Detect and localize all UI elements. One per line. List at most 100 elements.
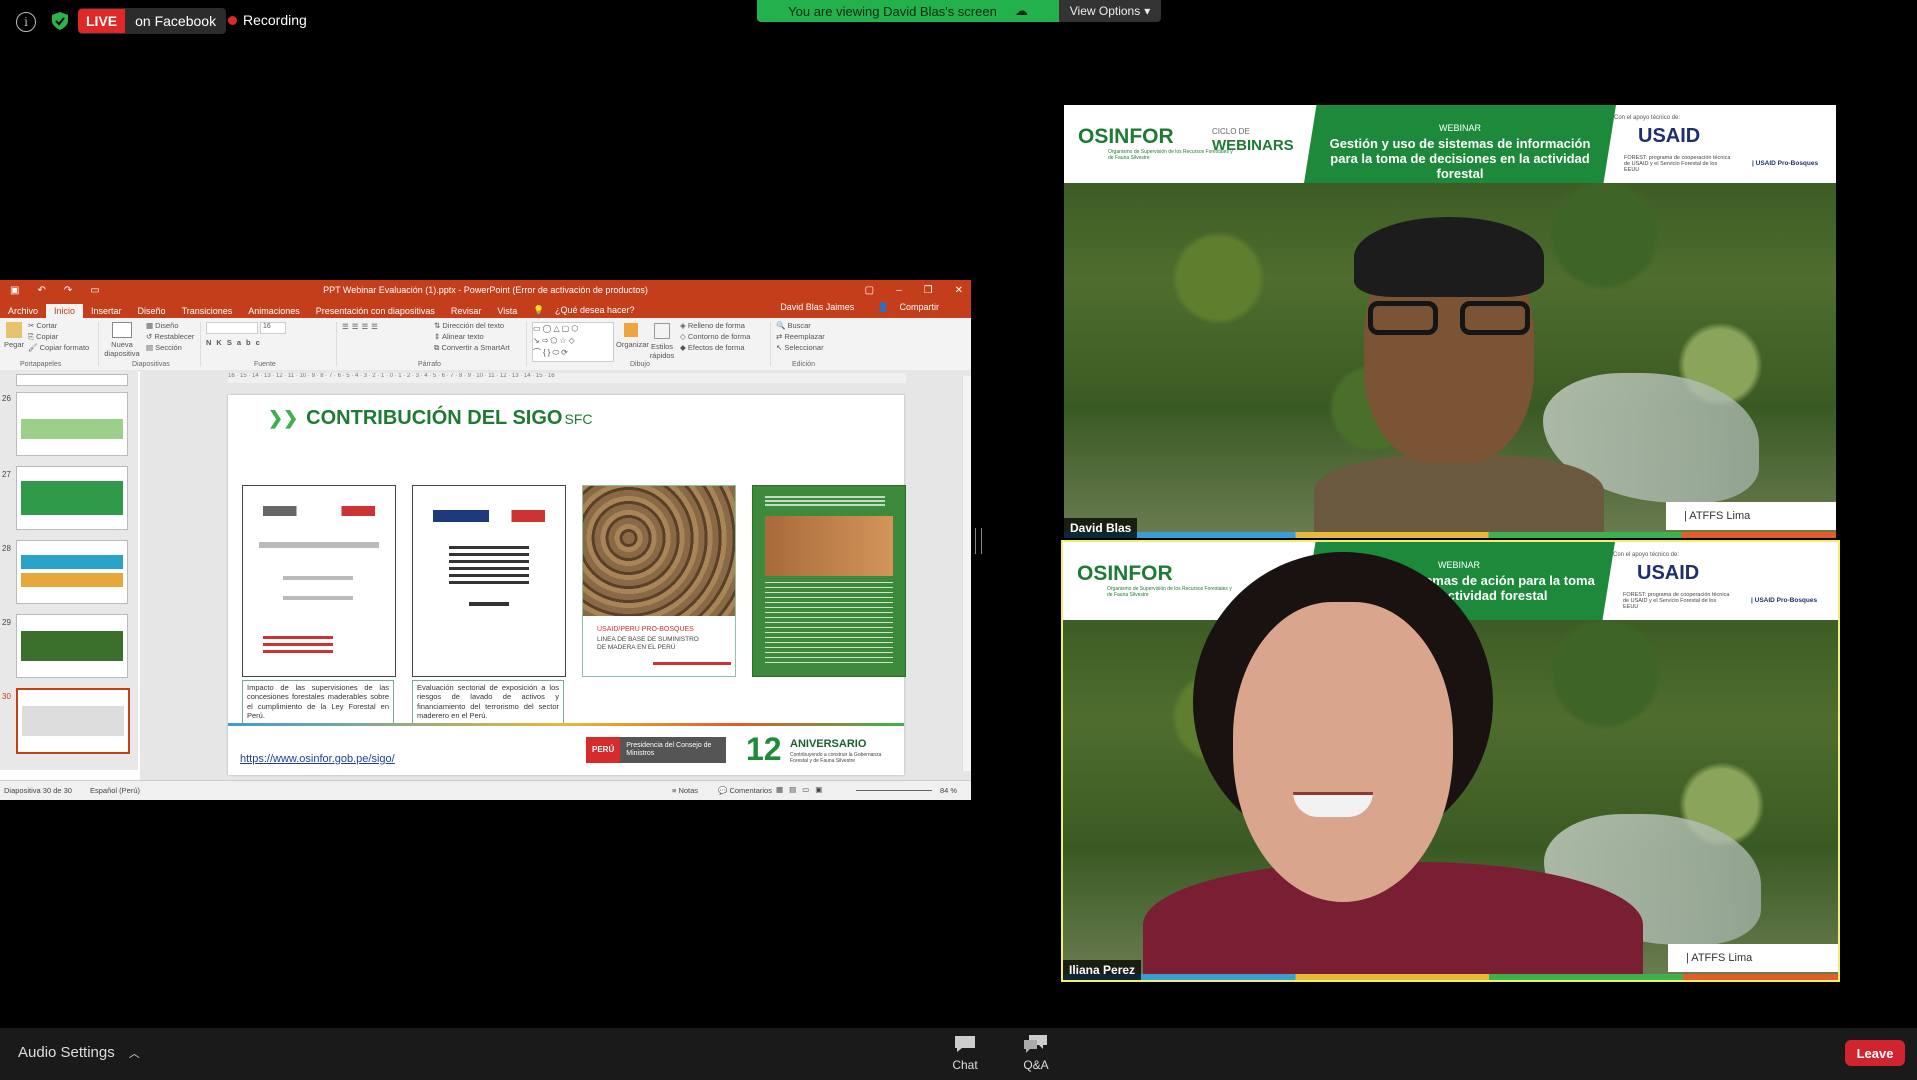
quick-styles-button[interactable]: Estilos rápidos (648, 320, 676, 360)
slide-thumbnail-26[interactable] (16, 392, 128, 456)
zoom-level[interactable]: 84 % (940, 786, 957, 795)
slide-thumbnail-25[interactable] (16, 374, 128, 386)
tab-presentacion[interactable]: Presentación con diapositivas (308, 304, 443, 318)
anniversary-subtitle: Contribuyendo a construir la Gobernanza … (790, 752, 882, 764)
smartart-button[interactable]: ⧉ Convertir a SmartArt (434, 342, 510, 353)
tell-me-search[interactable]: 💡 ¿Qué desea hacer? (525, 303, 650, 318)
font-name-box[interactable] (206, 322, 258, 334)
font-size-box[interactable]: 16 (260, 322, 286, 334)
viewing-text: You are viewing David Blas's screen (788, 3, 997, 19)
qa-button[interactable]: Q&A (1016, 1032, 1056, 1072)
paragraph-buttons[interactable]: ☰☰☰☰ (342, 322, 381, 331)
ppt-user-name[interactable]: David Blas Jaimes (772, 300, 862, 314)
ppt-title-bar: ▣ ↶ ↷ ▭ PPT Webinar Evaluación (1).pptx … (0, 280, 971, 300)
usaid-logo: USAID (1638, 125, 1701, 147)
cut-button[interactable]: ✂ Cortar (28, 320, 98, 331)
arrange-icon (624, 323, 638, 337)
caption-doc-2: Evaluación sectorial de exposición a los… (412, 680, 564, 724)
slide-thumbnail-30-selected[interactable] (16, 688, 130, 754)
replace-button[interactable]: ⇄ Reemplazar (776, 331, 825, 342)
recording-indicator[interactable]: Recording (228, 12, 307, 28)
shapes-gallery[interactable]: ▭◯△▢⬡ ↘⇨⬠☆◇ ⌒{}⬭⟳ (532, 322, 614, 362)
arrange-button[interactable]: Organizar (616, 320, 649, 349)
section-button[interactable]: ▤ Sección (146, 342, 194, 353)
copy-label: Copiar (36, 332, 59, 341)
chat-icon (955, 1036, 975, 1052)
shape-effects-button[interactable]: ◆ Efectos de forma (680, 342, 750, 353)
doc1-text (259, 542, 379, 548)
maximize-icon[interactable]: ❐ (924, 285, 933, 296)
tab-transiciones[interactable]: Transiciones (174, 304, 241, 318)
align-text-button[interactable]: ⇕ Alinear texto (434, 331, 510, 342)
qa-label: Q&A (1023, 1058, 1049, 1072)
comments-label: Comentarios (729, 786, 772, 795)
viewing-screen-banner: You are viewing David Blas's screen ☁ (757, 0, 1059, 22)
webinar-headline: Gestión y uso de sistemas de información… (1329, 136, 1591, 181)
minimize-icon[interactable]: – (896, 285, 902, 296)
shape-outline-button[interactable]: ◇ Contorno de forma (680, 331, 750, 342)
info-icon[interactable]: i (16, 12, 36, 32)
doc1-text (283, 596, 353, 600)
thumb-content (21, 631, 123, 661)
copy-button[interactable]: ⎘ Copiar (28, 331, 98, 342)
live-facebook-badge[interactable]: LIVE on Facebook (78, 8, 227, 34)
chat-label: Chat (952, 1058, 978, 1072)
slide-title-text: CONTRIBUCIÓN DEL SIGO (306, 407, 563, 429)
slide-thumbnail-28[interactable] (16, 540, 128, 604)
tab-animaciones[interactable]: Animaciones (240, 304, 308, 318)
layout-button[interactable]: ▦ Diseño (146, 320, 194, 331)
tab-inicio[interactable]: Inicio (46, 304, 84, 318)
atffs-label: | ATFFS Lima (1668, 944, 1838, 972)
tab-insertar[interactable]: Insertar (83, 304, 130, 318)
language-status[interactable]: Español (Perú) (90, 786, 140, 795)
ppt-ribbon: Pegar ✂ Cortar ⎘ Copiar 🖌 Copiar formato… (0, 318, 971, 371)
comments-button[interactable]: 💬 Comentarios (718, 786, 772, 795)
tab-vista[interactable]: Vista (489, 304, 525, 318)
notes-button[interactable]: ≡ Notas (672, 786, 698, 795)
ribbon-display-icon[interactable]: ▢ (865, 285, 874, 296)
view-buttons[interactable]: ▦▤▭▣ (776, 785, 828, 794)
reset-button[interactable]: ↺ Restablecer (146, 331, 194, 342)
slide-thumbnail-pane[interactable]: 26 27 28 29 30 (0, 370, 138, 770)
close-icon[interactable]: ✕ (955, 285, 963, 296)
format-painter-button[interactable]: 🖌 Copiar formato (28, 342, 98, 353)
tab-archivo[interactable]: Archivo (0, 304, 46, 318)
new-slide-button[interactable]: Nueva diapositiva (104, 320, 140, 358)
audio-settings-button[interactable]: Audio Settings ︿ (18, 1044, 140, 1061)
slide-thumbnail-27[interactable] (16, 466, 128, 530)
view-options-button[interactable]: View Options ▾ (1059, 0, 1161, 22)
video-tile-iliana-perez[interactable]: OSINFOR Organismo de Supervisión de los … (1061, 540, 1840, 982)
leave-button[interactable]: Leave (1845, 1040, 1905, 1066)
new-slide-label: Nueva diapositiva (104, 340, 140, 358)
vertical-scrollbar[interactable] (962, 376, 971, 771)
find-button[interactable]: 🔍 Buscar (776, 320, 825, 331)
align-text-label: Alinear texto (441, 332, 484, 341)
thumb-number: 28 (2, 544, 11, 553)
pcm-label: Presidencia del Consejo de Ministros (626, 742, 712, 757)
current-slide[interactable]: ❯❯ CONTRIBUCIÓN DEL SIGO SFC USAID/PERU … (228, 395, 906, 775)
shape-fill-button[interactable]: ◈ Relleno de forma (680, 320, 750, 331)
shield-check-icon[interactable] (52, 12, 68, 30)
osinfor-subtitle: Organismo de Supervisión de los Recursos… (1107, 586, 1232, 598)
font-format-buttons[interactable]: NKSabc (206, 338, 265, 347)
drawing-group-label: Dibujo (630, 361, 650, 368)
chat-button[interactable]: Chat (940, 1032, 990, 1072)
zoom-slider[interactable] (856, 790, 932, 791)
tab-revisar[interactable]: Revisar (443, 304, 490, 318)
forest-program-text: FOREST: programa de cooperación técnica … (1624, 155, 1731, 173)
recording-label: Recording (243, 12, 307, 28)
select-button[interactable]: ↖ Seleccionar (776, 342, 825, 353)
slide-thumbnail-29[interactable] (16, 614, 128, 678)
qa-icon (1024, 1035, 1047, 1053)
panel-splitter-handle[interactable] (975, 528, 982, 554)
text-direction-button[interactable]: ⇅ Dirección del texto (434, 320, 510, 331)
editing-group: 🔍 Buscar ⇄ Reemplazar ↖ Seleccionar (776, 320, 825, 353)
sigo-link[interactable]: https://www.osinfor.gob.pe/sigo/ (240, 753, 395, 765)
paste-button[interactable]: Pegar (4, 320, 24, 349)
tab-diseno[interactable]: Diseño (130, 304, 174, 318)
tile-bottom-stripe (1064, 532, 1836, 538)
share-button[interactable]: 👤 Compartir (870, 300, 955, 314)
doc2-date (469, 602, 509, 606)
video-tile-david-blas[interactable]: OSINFOR Organismo de Supervisión de los … (1064, 105, 1836, 538)
chevron-up-icon[interactable]: ︿ (129, 1045, 140, 1061)
